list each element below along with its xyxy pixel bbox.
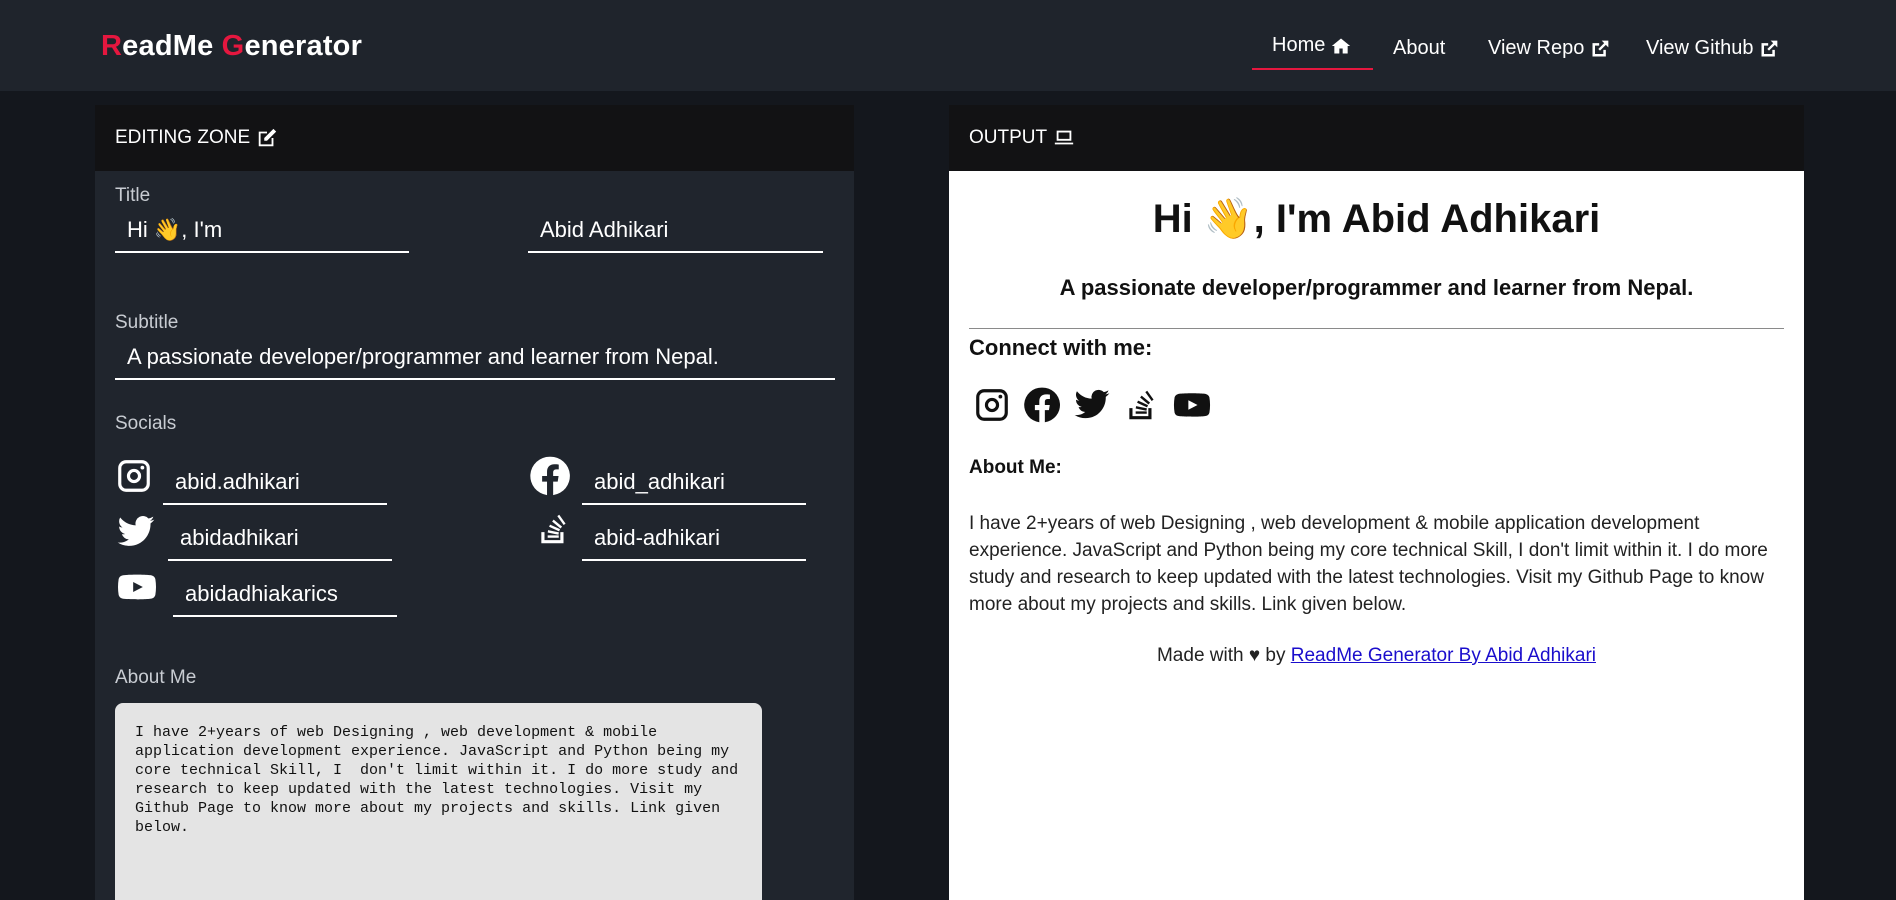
brand-letter-g: G [221,30,245,62]
output-panel: OUTPUT Hi 👋, I'm Abid Adhikari A passion… [949,105,1804,900]
socials-label: Socials [115,413,177,434]
nav-view-github-link[interactable]: View Github [1646,37,1779,60]
nav-view-repo-link[interactable]: View Repo [1488,37,1610,60]
twitter-input[interactable]: abidadhikari [168,517,392,561]
footer-text: Made with ♥ by [1156,645,1291,666]
edit-icon [258,128,277,147]
stackoverflow-icon[interactable] [1123,385,1161,425]
about-me-textarea[interactable]: I have 2+years of web Designing , web de… [115,703,762,900]
output-panel-header: OUTPUT [949,105,1804,171]
footer-link[interactable]: ReadMe Generator By Abid Adhikari [1291,645,1596,666]
output-main-title: Hi 👋, I'm Abid Adhikari [1152,197,1601,241]
stackoverflow-input[interactable]: abid-adhikari [582,517,806,561]
output-subtitle: A passionate developer/programmer and le… [1059,275,1694,300]
nav-about-link[interactable]: About [1393,37,1445,60]
twitter-icon [117,516,155,546]
brand-text-2: enerator [244,30,363,62]
laptop-icon [1054,130,1074,145]
output-about-heading: About Me: [969,457,1062,478]
output-connect-heading: Connect with me: [969,335,1153,360]
brand-logo[interactable]: ReadMe Generator [101,30,362,63]
facebook-input[interactable]: abid_adhikari [582,461,806,505]
output-divider [969,328,1784,329]
facebook-icon [530,456,570,496]
output-title: OUTPUT [969,127,1048,148]
editing-panel: EDITING ZONE Title Hi 👋, I'm Abid Adhika… [95,105,854,900]
stackoverflow-icon [541,514,566,544]
instagram-input[interactable]: abid.adhikari [163,461,387,505]
about-me-label: About Me [115,667,197,688]
subtitle-input[interactable]: A passionate developer/programmer and le… [115,336,835,380]
instagram-icon [118,460,150,492]
twitter-icon[interactable] [1073,385,1111,425]
nav-about-label: About [1393,37,1446,59]
instagram-icon[interactable] [973,385,1011,425]
title-name-input[interactable]: Abid Adhikari [528,209,823,253]
home-icon [1332,38,1351,53]
nav-view-repo-label: View Repo [1488,37,1585,59]
editing-panel-header: EDITING ZONE [95,105,854,171]
nav-home-link[interactable]: Home [1272,34,1351,57]
subtitle-label: Subtitle [115,312,179,333]
output-social-icons [973,385,1211,425]
brand-text-1: eadMe [122,30,222,62]
title-label: Title [115,185,151,206]
external-link-icon [1592,40,1609,56]
youtube-icon[interactable] [1173,385,1211,425]
output-about-text: I have 2+years of web Designing , web de… [969,513,1768,615]
youtube-input[interactable]: abidadhiakarics [173,573,397,617]
facebook-icon[interactable] [1023,385,1061,425]
title-prefix-input[interactable]: Hi 👋, I'm [115,209,409,253]
nav-home-label: Home [1272,34,1326,56]
youtube-icon [118,574,156,600]
brand-letter-r: R [101,30,123,62]
output-footer: Made with ♥ by ReadMe Generator By Abid … [949,645,1804,667]
active-nav-underline [1252,68,1373,70]
external-link-icon [1761,40,1778,56]
nav-view-github-label: View Github [1646,37,1754,59]
editing-zone-title: EDITING ZONE [115,127,251,148]
navbar: ReadMe Generator Home About View Repo Vi… [0,0,1896,91]
